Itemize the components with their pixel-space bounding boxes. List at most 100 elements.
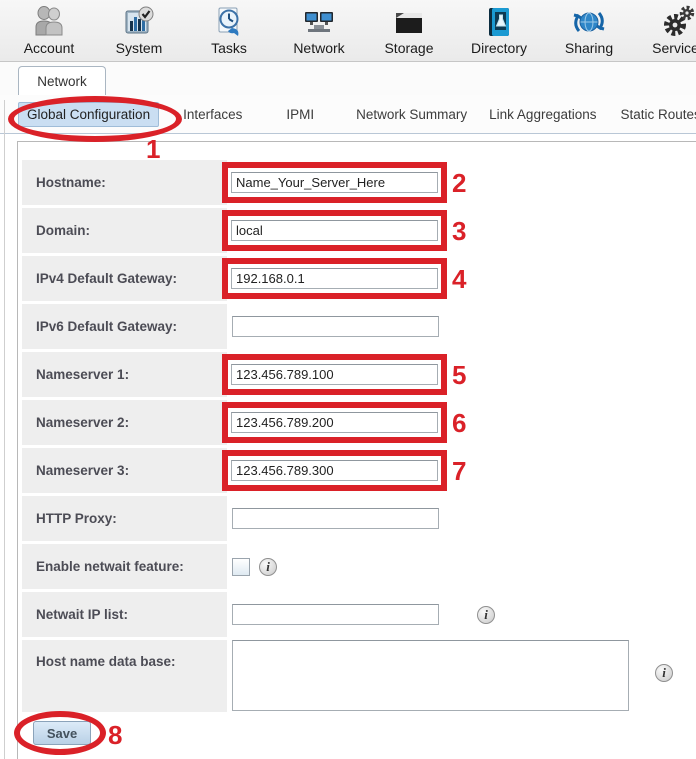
hostname-label: Hostname:	[22, 160, 227, 205]
form-row-ipv4-default-gateway: IPv4 Default Gateway: 4	[22, 256, 696, 301]
ipv4-default-gateway-control-cell: 4	[227, 256, 696, 301]
toolbar-item-system[interactable]: System	[94, 0, 184, 61]
toolbar-item-directory[interactable]: Directory	[454, 0, 544, 61]
storage-icon	[392, 5, 426, 39]
top-toolbar: Account System Tasks	[0, 0, 696, 62]
host-name-data-base-textarea[interactable]	[232, 640, 629, 711]
system-icon	[122, 5, 156, 39]
global-configuration-panel: Hostname: 2 Domain: 3 IPv4 Default Gateway: 4…	[17, 141, 696, 759]
nameserver-2-input[interactable]	[231, 412, 438, 433]
toolbar-label: System	[116, 40, 163, 56]
sharing-icon	[572, 5, 606, 39]
toolbar-label: Sharing	[565, 40, 613, 56]
ipv6-default-gateway-control-cell	[227, 304, 696, 349]
nameserver-2-label: Nameserver 2:	[22, 400, 227, 445]
annotation-box-ipv4-default-gateway	[222, 258, 447, 299]
toolbar-item-account[interactable]: Account	[4, 0, 94, 61]
account-icon	[32, 5, 66, 39]
domain-input[interactable]	[231, 220, 438, 241]
subtab-bar: Global Configuration Interfaces IPMI Net…	[0, 95, 696, 134]
directory-icon	[482, 5, 516, 39]
annotation-box-nameserver-3	[222, 450, 447, 491]
http-proxy-input[interactable]	[232, 508, 439, 529]
netwait-ip-list-label: Netwait IP list:	[22, 592, 227, 637]
annotation-box-nameserver-2	[222, 402, 447, 443]
toolbar-label: Storage	[384, 40, 433, 56]
form-row-ipv6-default-gateway: IPv6 Default Gateway:	[22, 304, 696, 349]
form-row-domain: Domain: 3	[22, 208, 696, 253]
form-row-nameserver-2: Nameserver 2: 6	[22, 400, 696, 445]
info-icon[interactable]: i	[655, 664, 673, 682]
save-row: Save	[33, 721, 696, 759]
form-row-nameserver-3: Nameserver 3: 7	[22, 448, 696, 493]
toolbar-item-network[interactable]: Network	[274, 0, 364, 61]
nameserver-3-input[interactable]	[231, 460, 438, 481]
toolbar-label: Tasks	[211, 40, 247, 56]
toolbar-label: Network	[293, 40, 344, 56]
subtab-ipmi[interactable]: IPMI	[278, 103, 322, 126]
annotation-number-3: 3	[452, 218, 466, 244]
host-name-data-base-label: Host name data base:	[22, 640, 227, 712]
info-icon[interactable]: i	[259, 558, 277, 576]
tab-network-label: Network	[37, 74, 87, 89]
enable-netwait-checkbox[interactable]	[232, 558, 250, 576]
domain-label: Domain:	[22, 208, 227, 253]
toolbar-item-tasks[interactable]: Tasks	[184, 0, 274, 61]
hostname-input[interactable]	[231, 172, 438, 193]
ipv4-default-gateway-label: IPv4 Default Gateway:	[22, 256, 227, 301]
tab-network[interactable]: Network	[18, 66, 106, 95]
nameserver-1-label: Nameserver 1:	[22, 352, 227, 397]
form-row-netwait-ip-list: Netwait IP list: i	[22, 592, 696, 637]
http-proxy-label: HTTP Proxy:	[22, 496, 227, 541]
enable-netwait-control-cell: i	[227, 544, 696, 589]
form-row-host-name-data-base: Host name data base: i	[22, 640, 696, 712]
network-icon	[302, 5, 336, 39]
form-row-hostname: Hostname: 2	[22, 160, 696, 205]
http-proxy-control-cell	[227, 496, 696, 541]
subtab-global-configuration[interactable]: Global Configuration	[18, 102, 159, 127]
info-icon[interactable]: i	[477, 606, 495, 624]
tasks-icon	[212, 5, 246, 39]
form-row-enable-netwait: Enable netwait feature: i	[22, 544, 696, 589]
toolbar-label: Directory	[471, 40, 527, 56]
netwait-ip-list-control-cell: i	[227, 592, 696, 637]
main-tab-bar: Network	[0, 62, 696, 95]
domain-control-cell: 3	[227, 208, 696, 253]
nameserver-2-control-cell: 6	[227, 400, 696, 445]
subtab-link-aggregations[interactable]: Link Aggregations	[481, 103, 604, 126]
annotation-box-domain	[222, 210, 447, 251]
subtab-interfaces[interactable]: Interfaces	[175, 103, 250, 126]
save-button[interactable]: Save	[33, 721, 91, 745]
page-edge-divider	[4, 100, 5, 759]
toolbar-item-sharing[interactable]: Sharing	[544, 0, 634, 61]
subtab-network-summary[interactable]: Network Summary	[348, 103, 475, 126]
netwait-ip-list-input[interactable]	[232, 604, 439, 625]
services-icon	[662, 5, 696, 39]
annotation-box-hostname	[222, 162, 447, 203]
annotation-number-2: 2	[452, 170, 466, 196]
global-configuration-form: Hostname: 2 Domain: 3 IPv4 Default Gateway: 4…	[22, 160, 696, 712]
toolbar-label: Services	[652, 40, 696, 56]
annotation-box-nameserver-1	[222, 354, 447, 395]
annotation-number-4: 4	[452, 266, 466, 292]
hostname-control-cell: 2	[227, 160, 696, 205]
ipv4-default-gateway-input[interactable]	[231, 268, 438, 289]
annotation-number-5: 5	[452, 362, 466, 388]
ipv6-default-gateway-label: IPv6 Default Gateway:	[22, 304, 227, 349]
nameserver-3-control-cell: 7	[227, 448, 696, 493]
toolbar-item-storage[interactable]: Storage	[364, 0, 454, 61]
form-row-nameserver-1: Nameserver 1: 5	[22, 352, 696, 397]
toolbar-label: Account	[24, 40, 75, 56]
subtab-static-routes[interactable]: Static Routes	[612, 103, 696, 126]
nameserver-3-label: Nameserver 3:	[22, 448, 227, 493]
form-row-http-proxy: HTTP Proxy:	[22, 496, 696, 541]
ipv6-default-gateway-input[interactable]	[232, 316, 439, 337]
toolbar-item-services[interactable]: Services	[634, 0, 696, 61]
nameserver-1-input[interactable]	[231, 364, 438, 385]
annotation-number-6: 6	[452, 410, 466, 436]
network-settings-page: Account System Tasks	[0, 0, 696, 759]
annotation-number-7: 7	[452, 458, 466, 484]
host-name-data-base-control-cell: i	[227, 640, 696, 712]
nameserver-1-control-cell: 5	[227, 352, 696, 397]
enable-netwait-label: Enable netwait feature:	[22, 544, 227, 589]
